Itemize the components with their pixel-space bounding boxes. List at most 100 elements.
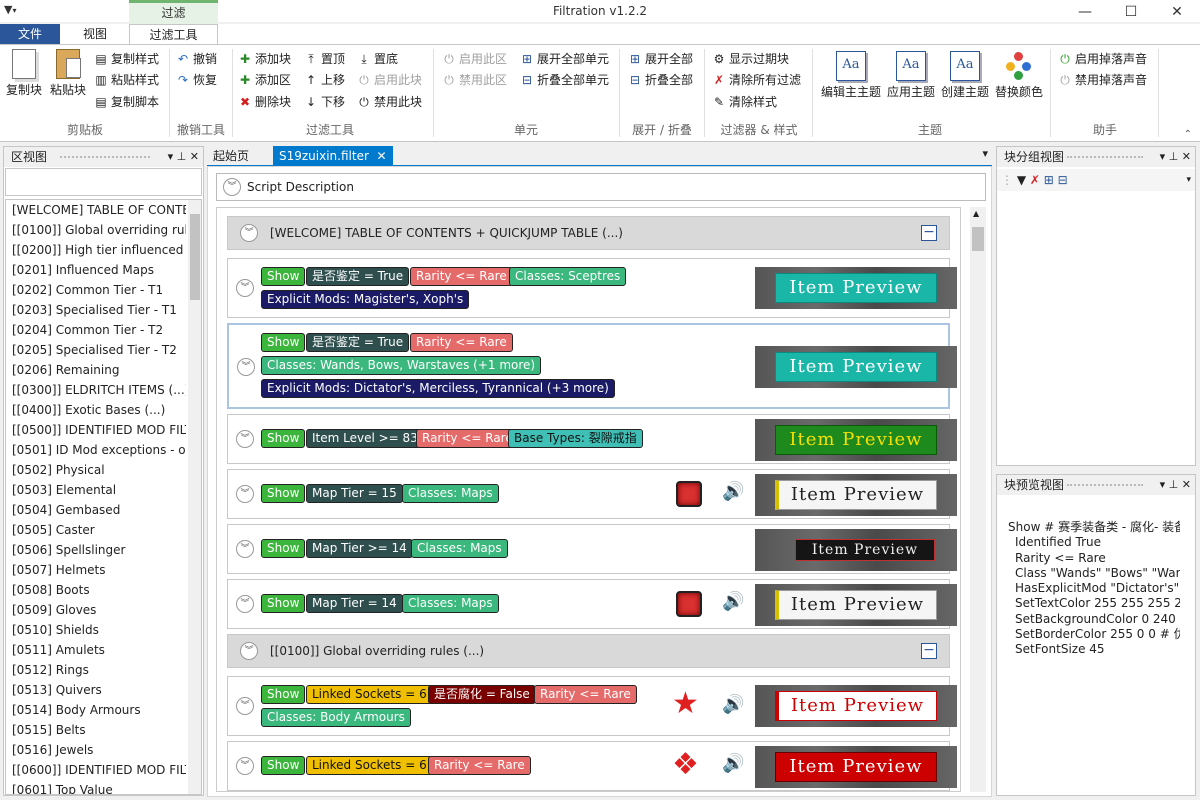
section-list-item[interactable]: [[0500]] IDENTIFIED MOD FILTE — [6, 420, 186, 440]
scrollbar-thumb[interactable] — [190, 214, 200, 300]
class-tag[interactable]: Classes: Sceptres — [509, 267, 627, 286]
map-tier-tag[interactable]: Map Tier = 15 — [306, 484, 403, 503]
linked-sockets-tag[interactable]: Linked Sockets = 6 — [306, 756, 433, 775]
collapse-ribbon-icon[interactable]: ⌃ — [1184, 129, 1192, 140]
create-theme-button[interactable]: Aa 创建主题 — [939, 51, 991, 100]
pane-gripper[interactable] — [1067, 484, 1143, 486]
enable-section-button[interactable]: ⏻ 启用此区 — [442, 50, 507, 68]
section-list-item[interactable]: [[0600]] IDENTIFIED MOD FILTE — [6, 760, 186, 780]
minimize-button[interactable]: — — [1062, 0, 1108, 24]
pane-gripper[interactable] — [60, 156, 150, 158]
pin-icon[interactable]: ⊥ — [177, 150, 187, 163]
filter-block-selected[interactable]: ︾ Show 是否鉴定 = True Rarity <= Rare Classe… — [227, 323, 957, 409]
add-section-button[interactable]: ✚ 添加区 — [238, 71, 291, 89]
tab-list-icon[interactable]: ▾ — [982, 147, 988, 160]
section-list-item[interactable]: [0504] Gembased — [6, 500, 186, 520]
chevron-down-icon[interactable]: ︾ — [240, 642, 258, 660]
map-icon[interactable] — [676, 591, 702, 617]
expand-all-sections-button[interactable]: ⊞ 展开全部单元 — [520, 50, 609, 68]
rarity-tag[interactable]: Rarity <= Rare — [416, 429, 519, 448]
collapse-group-button[interactable]: − — [921, 225, 937, 241]
diamond-icon[interactable]: ❖ — [672, 750, 699, 780]
base-type-tag[interactable]: Base Types: 裂隙戒指 — [508, 429, 643, 448]
explicit-mods-tag[interactable]: Explicit Mods: Magister's, Xoph's — [261, 290, 470, 309]
section-list-item[interactable]: [0503] Elemental — [6, 480, 186, 500]
pin-icon[interactable]: ⊥ — [1169, 478, 1179, 491]
paste-style-button[interactable]: ▥ 粘贴样式 — [94, 71, 159, 89]
chevron-down-icon[interactable]: ︾ — [237, 358, 255, 376]
clear-filter-icon[interactable]: ✗ — [1030, 173, 1040, 187]
move-down-button[interactable]: ↓ 下移 — [304, 93, 345, 111]
section-search-input[interactable] — [5, 168, 202, 196]
toolbar-overflow-icon[interactable]: ▾ — [1186, 169, 1191, 191]
section-list-item[interactable]: [0510] Shields — [6, 620, 186, 640]
condition-tag[interactable]: 是否鉴定 = True — [306, 267, 410, 286]
tab-filter-tools[interactable]: 过滤工具 — [129, 24, 218, 44]
show-tag[interactable]: Show — [261, 267, 306, 286]
filter-block[interactable]: ︾ Show 是否鉴定 = True Rarity <= Rare Classe… — [227, 258, 957, 318]
close-pane-icon[interactable]: ✕ — [1182, 478, 1191, 491]
chevron-down-icon[interactable]: ︾ — [240, 224, 258, 242]
item-preview[interactable]: Item Preview — [755, 584, 957, 626]
section-list-item[interactable]: [0201] Influenced Maps — [6, 260, 186, 280]
copy-script-button[interactable]: ▤ 复制脚本 — [94, 93, 159, 111]
section-list-item[interactable]: [0601] Top Value — [6, 780, 186, 794]
show-tag[interactable]: Show — [261, 484, 306, 503]
filter-block[interactable]: ︾ Show Map Tier = 14 Classes: Maps 🔊 Ite… — [227, 579, 957, 629]
scroll-up-icon[interactable]: ▲ — [973, 209, 979, 218]
filter-block[interactable]: ︾ Show Linked Sockets = 6 Rarity <= Rare… — [227, 741, 957, 791]
close-pane-icon[interactable]: ✕ — [1182, 150, 1191, 163]
section-list-item[interactable]: [0509] Gloves — [6, 600, 186, 620]
disable-drop-sounds-button[interactable]: ⏻ 禁用掉落声音 — [1058, 71, 1147, 89]
section-list-item[interactable]: [0512] Rings — [6, 660, 186, 680]
section-list-item[interactable]: [[0300]] ELDRITCH ITEMS (...) — [6, 380, 186, 400]
show-tag[interactable]: Show — [261, 333, 306, 352]
copy-style-button[interactable]: ▤ 复制样式 — [94, 50, 159, 68]
item-preview[interactable]: Item Preview — [755, 419, 957, 461]
class-tag[interactable]: Classes: Maps — [402, 484, 499, 503]
explicit-mods-tag[interactable]: Explicit Mods: Dictator's, Merciless, Ty… — [261, 379, 615, 398]
section-list-item[interactable]: [[0200]] High tier influenced ite — [6, 240, 186, 260]
enable-drop-sounds-button[interactable]: ⏻ 启用掉落声音 — [1058, 50, 1147, 68]
item-preview[interactable]: Item Preview — [755, 267, 957, 309]
speaker-icon[interactable]: 🔊 — [722, 753, 744, 774]
maximize-button[interactable]: ☐ — [1108, 0, 1154, 24]
disable-section-button[interactable]: ⏻ 禁用此区 — [442, 71, 507, 89]
class-tag[interactable]: Classes: Wands, Bows, Warstaves (+1 more… — [261, 356, 542, 375]
rarity-tag[interactable]: Rarity <= Rare — [428, 756, 531, 775]
speaker-icon[interactable]: 🔊 — [722, 481, 744, 502]
map-tier-tag[interactable]: Map Tier = 14 — [306, 594, 403, 613]
close-window-button[interactable]: ✕ — [1154, 0, 1200, 24]
pin-icon[interactable]: ⊥ — [1169, 150, 1179, 163]
disable-block-button[interactable]: ⏻ 禁用此块 — [357, 93, 422, 111]
chevron-down-icon[interactable]: ︾ — [236, 757, 254, 775]
section-list-item[interactable]: [0516] Jewels — [6, 740, 186, 760]
section-list-item[interactable]: [0514] Body Armours — [6, 700, 186, 720]
chevron-down-icon[interactable]: ︾ — [223, 178, 241, 196]
section-list-item[interactable]: [WELCOME] TABLE OF CONTENTS — [6, 200, 186, 220]
section-list-item[interactable]: [[0100]] Global overriding rules — [6, 220, 186, 240]
scrollbar-thumb[interactable] — [972, 227, 984, 251]
replace-colors-button[interactable]: 替换颜色 — [993, 51, 1045, 100]
section-list-item[interactable]: [0505] Caster — [6, 520, 186, 540]
section-list-item[interactable]: [0515] Belts — [6, 720, 186, 740]
map-tier-tag[interactable]: Map Tier >= 14 — [306, 539, 413, 558]
chevron-down-icon[interactable]: ︾ — [236, 595, 254, 613]
expand-icon[interactable]: ⊞ — [1044, 173, 1054, 187]
linked-sockets-tag[interactable]: Linked Sockets = 6 — [306, 685, 433, 704]
collapse-all-button[interactable]: ⊟ 折叠全部 — [628, 71, 693, 89]
filter-block[interactable]: ︾ Show Map Tier >= 14 Classes: Maps Item… — [227, 524, 957, 574]
undo-button[interactable]: ↶ 撤销 — [176, 50, 217, 68]
item-level-tag[interactable]: Item Level >= 83 — [306, 429, 424, 448]
script-description-expander[interactable]: ︾ Script Description — [216, 173, 986, 201]
add-block-button[interactable]: ✚ 添加块 — [238, 50, 291, 68]
show-expired-button[interactable]: ⚙ 显示过期块 — [712, 50, 789, 68]
chevron-down-icon[interactable]: ︾ — [236, 540, 254, 558]
speaker-icon[interactable]: 🔊 — [722, 591, 744, 612]
tab-filter-file[interactable]: S19zuixin.filter ✕ — [273, 146, 393, 166]
tab-file[interactable]: 文件 — [0, 24, 60, 44]
show-tag[interactable]: Show — [261, 539, 306, 558]
section-list-scrollbar[interactable] — [188, 200, 201, 794]
move-up-button[interactable]: ↑ 上移 — [304, 71, 345, 89]
filter-block[interactable]: ︾ Show Map Tier = 15 Classes: Maps 🔊 Ite… — [227, 469, 957, 519]
